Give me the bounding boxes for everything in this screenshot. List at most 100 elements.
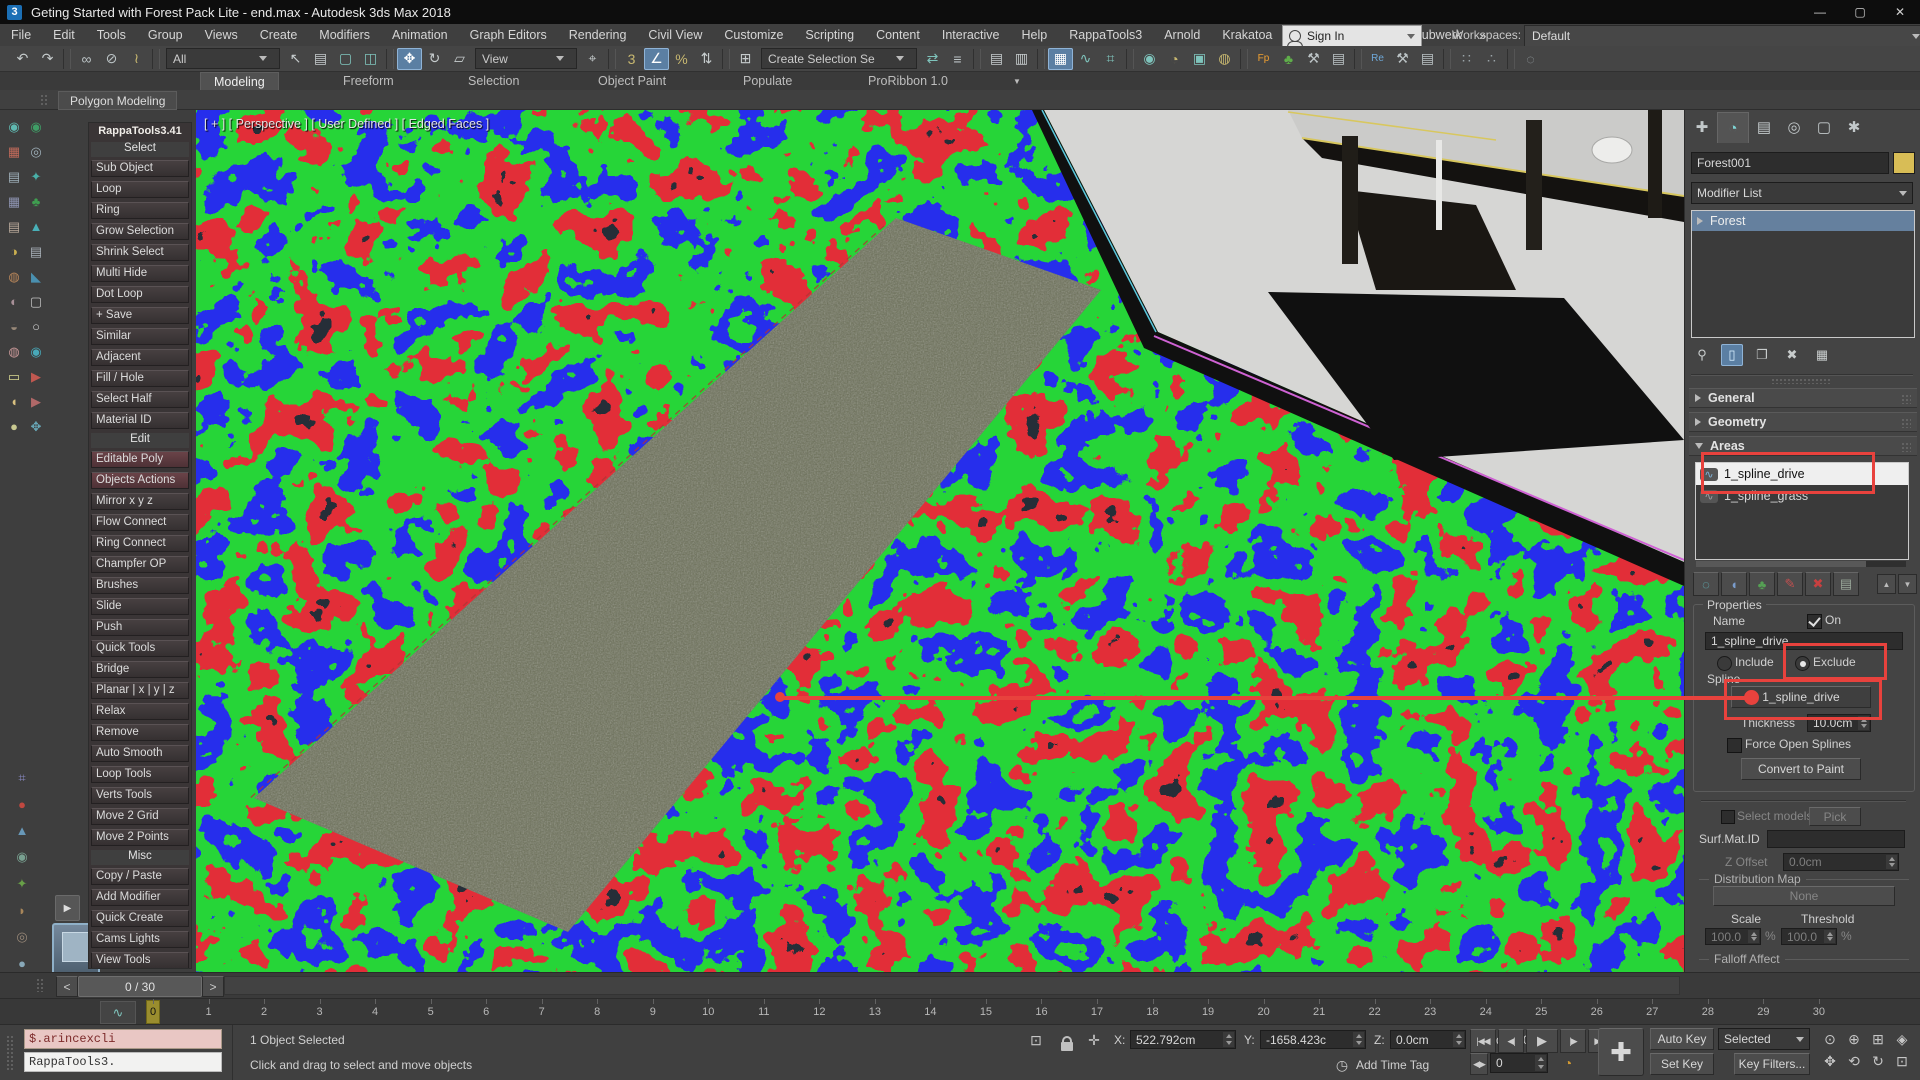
walk-through-icon[interactable]: ⟲ [1842,1050,1866,1072]
menu-rendering[interactable]: Rendering [558,25,638,45]
frame-number[interactable]: 13 [860,1006,890,1018]
plane-tool-icon[interactable]: ▭ [3,364,25,389]
rappatools-button--save[interactable]: + Save [91,307,189,324]
frame-number[interactable]: 1 [194,1006,224,1018]
maximize-button[interactable]: ▢ [1840,0,1880,24]
object-name-field[interactable]: Forest001 [1691,152,1889,174]
select-models-checkbox[interactable] [1721,810,1735,824]
close-button[interactable]: ✕ [1880,0,1920,24]
areas-list-scrollbar[interactable] [1695,560,1907,568]
convert-to-paint-button[interactable]: Convert to Paint [1741,758,1861,780]
rappatools-button-sub-object[interactable]: Sub Object [91,160,189,177]
frame-number[interactable]: 20 [1249,1006,1279,1018]
rappatools-button-loop[interactable]: Loop [91,181,189,198]
track-bar[interactable]: ∿ 01234567891011121314151617181920212223… [0,998,1920,1024]
angle-snap-icon[interactable]: ∠ [644,48,669,70]
rappatools-button-quick-tools[interactable]: Quick Tools [91,640,189,657]
mirror-icon[interactable]: ⇄ [920,48,945,70]
snaps-toggle-icon[interactable]: 3 [619,48,644,70]
frame-number[interactable]: 23 [1415,1006,1445,1018]
forest-build-icon[interactable]: ⚒ [1301,48,1326,70]
tree-tool-icon[interactable]: ♣ [25,189,47,214]
rappatools-button-view-tools[interactable]: View Tools [91,952,189,969]
workspace-dropdown[interactable]: Default [1524,25,1920,47]
ball-tool-icon[interactable]: ● [3,414,25,439]
previous-frame-icon[interactable]: ◀| [1498,1029,1524,1053]
frame-number[interactable]: 22 [1360,1006,1390,1018]
circle-tool-icon[interactable]: ◎ [25,139,47,164]
z-offset-spinner[interactable]: 0.0cm [1783,853,1899,871]
railclone-tools-icon[interactable]: ⚒ [1390,48,1415,70]
ribbon-tab-freeform[interactable]: Freeform [330,72,407,90]
blob-tool-icon[interactable]: ◍ [3,264,25,289]
menu-arnold[interactable]: Arnold [1153,25,1211,45]
zoom-extents-icon[interactable]: ⊞ [1866,1028,1890,1050]
frame-number[interactable]: 8 [582,1006,612,1018]
pin-stack-icon[interactable]: ⚲ [1691,344,1713,366]
modifier-stack-item[interactable]: Forest [1692,211,1914,231]
forest-library-icon[interactable]: ▤ [1326,48,1351,70]
rappatools-button-slide[interactable]: Slide [91,598,189,615]
frame-number[interactable]: 30 [1804,1006,1834,1018]
rappatools-button-select-half[interactable]: Select Half [91,391,189,408]
frame-number[interactable]: 26 [1582,1006,1612,1018]
pan-icon[interactable]: ✥ [1818,1050,1842,1072]
edit-named-selections-icon[interactable]: ⊞ [733,48,758,70]
menu-rappatools3[interactable]: RappaTools3 [1058,25,1153,45]
rappatools-button-objects-actions[interactable]: Objects Actions [91,472,189,489]
rappatools-button-adjacent[interactable]: Adjacent [91,349,189,366]
bind-to-spacewarp-icon[interactable]: ≀ [124,48,149,70]
ribbon-minimize-icon[interactable]: ▼ [1000,72,1034,90]
menu-graph-editors[interactable]: Graph Editors [459,25,558,45]
viewport[interactable]: [ + ] [ Perspective ] [ User Defined ] [… [196,110,1684,972]
minimize-button[interactable]: — [1800,0,1840,24]
rappatools-button-champfer-op[interactable]: Champfer OP [91,556,189,573]
frame-number[interactable]: 0 [138,1006,168,1018]
frame-number[interactable]: 10 [693,1006,723,1018]
z-coordinate-field[interactable]: 0.0cm [1390,1030,1466,1049]
key-filters-button[interactable]: Key Filters... [1734,1053,1810,1075]
next-frame-icon[interactable]: |▶ [1560,1029,1586,1053]
wedge-tool-icon[interactable]: ◣ [25,264,47,289]
remove-modifier-icon[interactable]: ✖ [1781,344,1803,366]
configure-modifier-sets-icon[interactable]: ▦ [1811,344,1833,366]
sphere-icon[interactable]: ◉ [25,114,47,139]
zoom-all-icon[interactable]: ⊕ [1842,1028,1866,1050]
force-open-splines-checkbox[interactable] [1727,738,1742,753]
utilities-tab[interactable]: ✱ [1839,112,1869,142]
add-time-tag[interactable]: Add Time Tag [1356,1058,1429,1072]
menu-content[interactable]: Content [865,25,931,45]
selection-filter-dropdown[interactable]: All [166,48,280,69]
frame-number[interactable]: 17 [1082,1006,1112,1018]
menu-create[interactable]: Create [249,25,309,45]
display-tab[interactable]: ▢ [1809,112,1839,142]
maxscript-listener-line1[interactable]: $.arincexcli [24,1029,222,1049]
orbit-icon[interactable]: ↻ [1866,1050,1890,1072]
rappatools-button-move-2-grid[interactable]: Move 2 Grid [91,808,189,825]
move-area-down-icon[interactable]: ▼ [1898,574,1917,594]
ribbon-tab-object-paint[interactable]: Object Paint [585,72,679,90]
pick-button[interactable]: Pick [1809,807,1861,826]
menu-modifiers[interactable]: Modifiers [308,25,381,45]
include-radio[interactable] [1717,656,1732,671]
render-production-icon[interactable]: ◍ [1212,48,1237,70]
grid-tool-icon[interactable]: ▤ [3,164,25,189]
rappatools-button-add-modifier[interactable]: Add Modifier [91,889,189,906]
frame-number[interactable]: 16 [1026,1006,1056,1018]
set-key-button[interactable]: Set Key [1650,1053,1714,1075]
select-and-link-icon[interactable]: ∞ [74,48,99,70]
frame-number[interactable]: 4 [360,1006,390,1018]
mini-curve-editor-button[interactable]: ∿ [100,1001,136,1024]
hierarchy-tab[interactable]: ▤ [1749,112,1779,142]
surf-mat-id-field[interactable] [1767,830,1905,848]
select-and-move-icon[interactable]: ✥ [397,48,422,70]
play-tool-icon[interactable]: ▶ [25,364,47,389]
set-keys-button[interactable]: ✚ [1598,1028,1644,1076]
leaf-icon[interactable]: ✦ [17,876,28,892]
distribution-none-button[interactable]: None [1713,886,1895,906]
rappatools-button-verts-tools[interactable]: Verts Tools [91,787,189,804]
orb-tool-icon[interactable]: ◉ [25,339,47,364]
stack-expand-icon[interactable] [1697,217,1703,225]
rappatools-button-flow-connect[interactable]: Flow Connect [91,514,189,531]
undo-icon[interactable]: ↶ [10,48,35,70]
